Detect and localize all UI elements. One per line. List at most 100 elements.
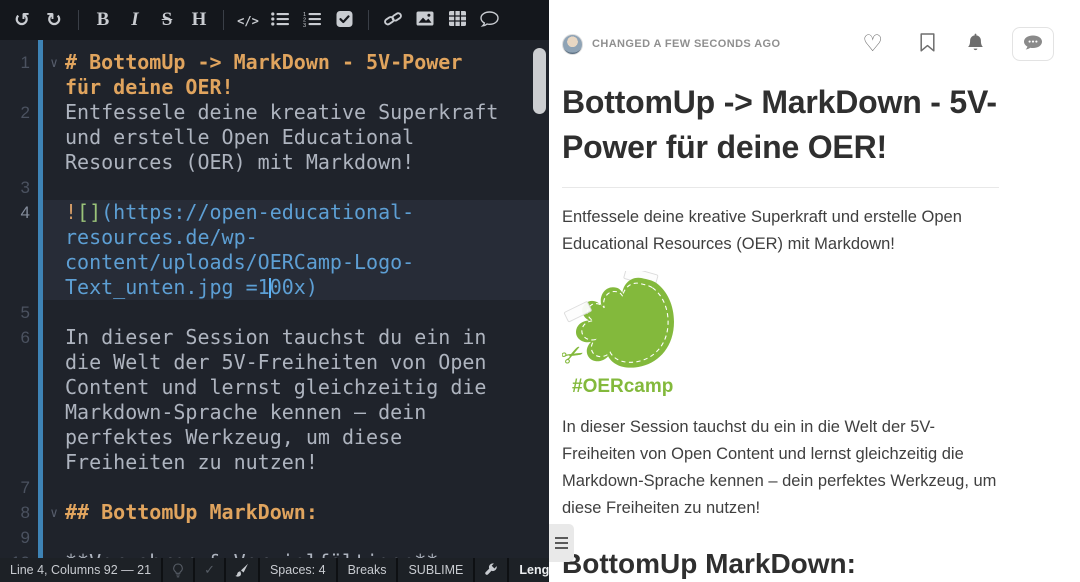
italic-icon: I bbox=[131, 9, 138, 31]
like-button[interactable]: ♡ bbox=[862, 33, 883, 56]
code-editor[interactable]: 1∨# BottomUp -> MarkDown - 5V-Powerfür d… bbox=[0, 40, 549, 558]
code-row bbox=[65, 175, 549, 200]
redo-icon: ↻ bbox=[46, 9, 62, 31]
code-row bbox=[65, 525, 549, 550]
code-token: für deine OER! bbox=[65, 75, 234, 99]
ordered-list-button[interactable]: 123 bbox=[296, 5, 328, 35]
redo-button[interactable]: ↻ bbox=[38, 5, 70, 35]
code-line-5[interactable]: 5 bbox=[0, 300, 549, 325]
toolbar-group: ↺↻ bbox=[6, 5, 70, 35]
code-token: Text_unten.jpg =1 bbox=[65, 275, 270, 299]
last-changed-label: CHANGED A FEW SECONDS AGO bbox=[592, 38, 780, 50]
feedback-button[interactable] bbox=[1012, 27, 1054, 61]
bold-button[interactable]: B bbox=[87, 5, 119, 35]
code-icon: </> bbox=[237, 13, 259, 28]
code-row: Markdown-Sprache kennen – dein bbox=[65, 400, 549, 425]
code-token: Entfessele deine kreative Superkraft bbox=[65, 100, 498, 124]
oercamp-logo: ✂ #OERcamp bbox=[562, 271, 999, 398]
code-token: [] bbox=[77, 200, 101, 224]
ordered-list-icon: 123 bbox=[303, 11, 321, 30]
menu-icon bbox=[555, 537, 568, 539]
notifications-button[interactable] bbox=[966, 33, 985, 56]
check-icon[interactable]: ✓ bbox=[195, 558, 224, 582]
code-token: Freiheiten zu nutzen! bbox=[65, 450, 318, 474]
line-number: 5 bbox=[0, 300, 30, 325]
toolbar-group: </> 123 bbox=[232, 5, 360, 35]
code-line-6[interactable]: 6 In dieser Session tauchst du ein indie … bbox=[0, 325, 549, 475]
line-number: 4 bbox=[0, 200, 30, 225]
fold-chevron-icon[interactable]: ∨ bbox=[45, 501, 63, 526]
code-token: In dieser Session tauchst du ein in bbox=[65, 325, 486, 349]
app-window: ↺↻BISH</>123 1∨# BottomUp -> MarkDown - … bbox=[0, 0, 1080, 582]
cursor-position[interactable]: Line 4, Columns 92 — 21 bbox=[0, 558, 161, 582]
editor-pane: ↺↻BISH</>123 1∨# BottomUp -> MarkDown - … bbox=[0, 0, 549, 582]
comment-bubble-icon bbox=[1023, 35, 1043, 54]
link-button[interactable] bbox=[377, 5, 409, 35]
fold-chevron-icon[interactable]: ∨ bbox=[45, 51, 63, 76]
code-token: ## BottomUp MarkDown: bbox=[65, 500, 318, 524]
table-button[interactable] bbox=[441, 5, 473, 35]
heading-button[interactable]: H bbox=[183, 5, 215, 35]
line-number: 8 bbox=[0, 500, 30, 525]
task-list-button[interactable] bbox=[328, 5, 360, 35]
italic-button[interactable]: I bbox=[119, 5, 151, 35]
doc-length[interactable]: Length 2644 bbox=[509, 558, 549, 582]
image-button[interactable] bbox=[409, 5, 441, 35]
line-number: 6 bbox=[0, 325, 30, 350]
keymap-setting[interactable]: SUBLIME bbox=[398, 558, 473, 582]
unordered-list-button[interactable] bbox=[264, 5, 296, 35]
intro-paragraph: Entfessele deine kreative Superkraft und… bbox=[562, 204, 999, 258]
bookmark-icon bbox=[920, 33, 935, 55]
preview-pane: CHANGED A FEW SECONDS AGO ♡ bbox=[549, 0, 1080, 582]
line-number: 7 bbox=[0, 475, 30, 500]
code-line-10[interactable]: 10**Verwahren & Vervielfältigen** bbox=[0, 550, 549, 558]
undo-icon: ↺ bbox=[14, 9, 30, 31]
table-icon bbox=[449, 11, 466, 29]
strikethrough-icon: S bbox=[162, 9, 173, 31]
avatar[interactable] bbox=[562, 34, 583, 55]
code-row: Content und lernst gleichzeitig die bbox=[65, 375, 549, 400]
code-token: **Verwahren & Vervielfältigen** bbox=[65, 550, 438, 558]
code-content[interactable]: 1∨# BottomUp -> MarkDown - 5V-Powerfür d… bbox=[0, 50, 549, 558]
code-token: Resources (OER) mit Markdown! bbox=[65, 150, 414, 174]
code-token: perfektes Werkzeug, um diese bbox=[65, 425, 402, 449]
line-number: 9 bbox=[0, 525, 30, 550]
code-line-8[interactable]: 8 ∨## BottomUp MarkDown: bbox=[0, 500, 549, 525]
code-line-7[interactable]: 7 bbox=[0, 475, 549, 500]
code-line-2[interactable]: 2Entfessele deine kreative Superkraftund… bbox=[0, 100, 549, 175]
code-token: Content und lernst gleichzeitig die bbox=[65, 375, 486, 399]
line-number: 2 bbox=[0, 100, 30, 125]
code-line-9[interactable]: 9 bbox=[0, 525, 549, 550]
toolbar-group bbox=[377, 5, 505, 35]
editor-scrollbar-thumb[interactable] bbox=[533, 48, 546, 114]
code-token: content/uploads/OERCamp-Logo- bbox=[65, 250, 414, 274]
lightbulb-icon[interactable] bbox=[163, 558, 193, 582]
strikethrough-button[interactable]: S bbox=[151, 5, 183, 35]
code-row bbox=[65, 300, 549, 325]
document-title: BottomUp -> MarkDown - 5V-Power für dein… bbox=[562, 80, 999, 170]
code-line-4[interactable]: 4 ![](https://open-educational-resources.… bbox=[0, 200, 549, 300]
bookmark-button[interactable] bbox=[920, 33, 935, 55]
toolbar-separator bbox=[223, 10, 224, 30]
code-token: die Welt der 5V-Freiheiten von Open bbox=[65, 350, 486, 374]
code-line-1[interactable]: 1∨# BottomUp -> MarkDown - 5V-Powerfür d… bbox=[0, 50, 549, 100]
brush-icon[interactable] bbox=[226, 558, 258, 582]
wrench-icon[interactable] bbox=[475, 558, 507, 582]
code-button[interactable]: </> bbox=[232, 5, 264, 35]
heart-icon: ♡ bbox=[862, 31, 883, 57]
toc-toggle-button[interactable] bbox=[549, 524, 574, 562]
spaces-setting[interactable]: Spaces: 4 bbox=[260, 558, 336, 582]
session-paragraph: In dieser Session tauchst du ein in die … bbox=[562, 414, 999, 522]
linebreaks-setting[interactable]: Breaks bbox=[338, 558, 397, 582]
code-line-3[interactable]: 3 bbox=[0, 175, 549, 200]
code-token: (https://open-educational- bbox=[101, 200, 414, 224]
code-row: Resources (OER) mit Markdown! bbox=[65, 150, 549, 175]
code-row: die Welt der 5V-Freiheiten von Open bbox=[65, 350, 549, 375]
undo-button[interactable]: ↺ bbox=[6, 5, 38, 35]
code-token: resources.de/wp- bbox=[65, 225, 258, 249]
comment-button[interactable] bbox=[473, 5, 505, 35]
code-row: ![](https://open-educational- bbox=[65, 200, 549, 225]
code-token: # BottomUp -> MarkDown - 5V-Power bbox=[65, 50, 462, 74]
editor-toolbar: ↺↻BISH</>123 bbox=[0, 0, 549, 40]
code-row: perfektes Werkzeug, um diese bbox=[65, 425, 549, 450]
